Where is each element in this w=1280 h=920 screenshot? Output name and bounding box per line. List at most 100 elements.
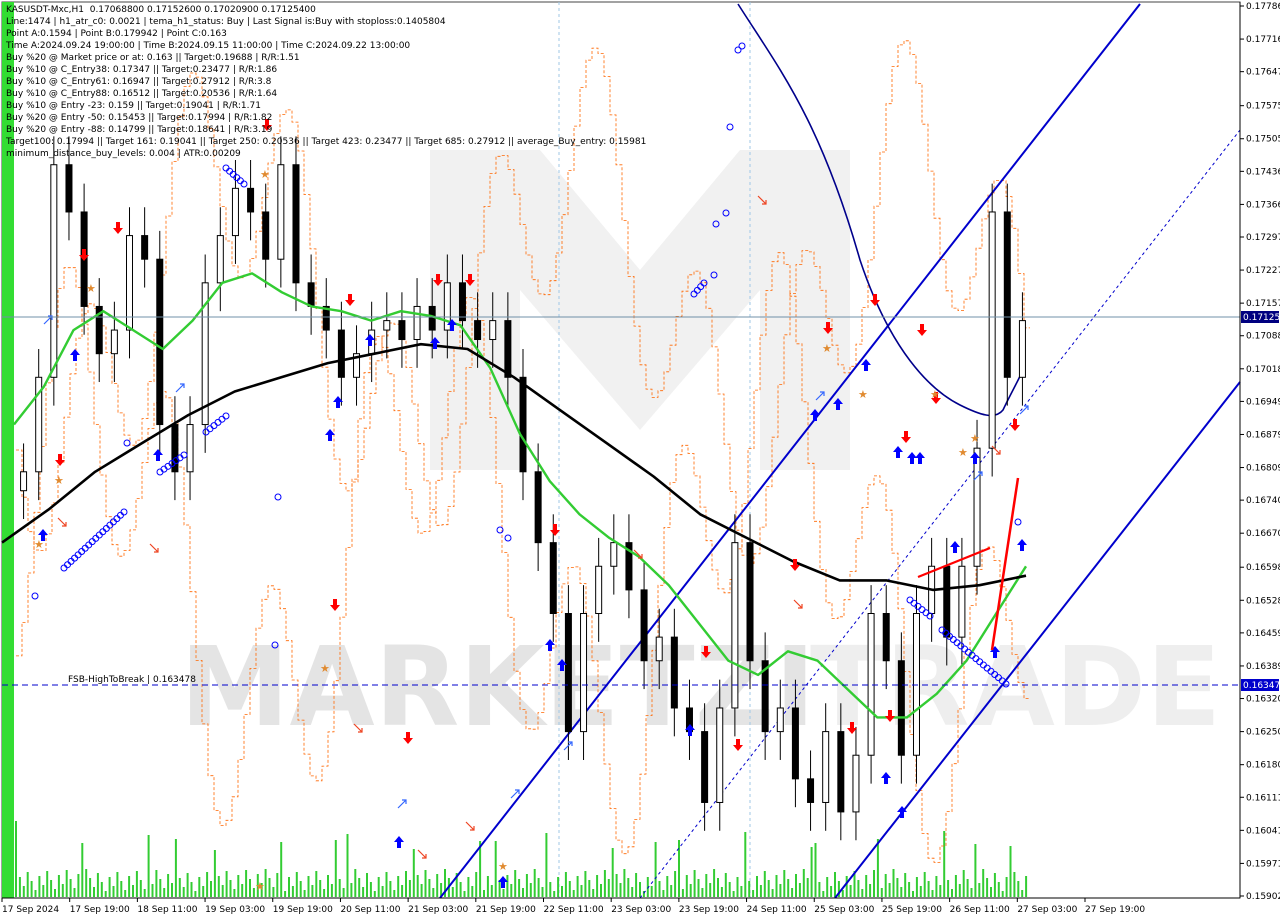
info-line: minimum_distance_buy_levels: 0.004 | ATR… xyxy=(6,149,241,159)
price-tick-label: 0.16740 xyxy=(1246,496,1280,506)
candle-body xyxy=(126,235,134,331)
time-tick-label: 24 Sep 11:00 xyxy=(747,905,807,915)
candle-body xyxy=(867,613,875,756)
candle-body xyxy=(882,613,890,662)
candle-body xyxy=(337,329,345,378)
info-line: Buy %20 @ Market price or at: 0.163 || T… xyxy=(6,53,300,63)
info-line: Buy %10 @ C_Entry61: 0.16947 || Target:0… xyxy=(6,77,272,87)
candle-body xyxy=(50,164,58,378)
time-tick-label: 23 Sep 19:00 xyxy=(679,905,739,915)
candle-body xyxy=(413,305,421,341)
price-tick-label: 0.17716 xyxy=(1246,35,1280,45)
candle-body xyxy=(595,565,603,615)
time-tick-label: 17 Sep 2024 xyxy=(2,905,59,915)
star-icon: ★ xyxy=(970,432,980,445)
price-tick-label: 0.16528 xyxy=(1246,596,1280,606)
candle-body xyxy=(156,258,164,426)
price-tick-label: 0.17436 xyxy=(1246,167,1280,177)
price-tick-label: 0.17366 xyxy=(1246,200,1280,210)
time-tick-label: 21 Sep 03:00 xyxy=(408,905,468,915)
time-tick-label: 21 Sep 19:00 xyxy=(476,905,536,915)
price-tick-label: 0.16389 xyxy=(1246,662,1280,672)
candle-body xyxy=(731,542,739,709)
fsb-hline-label: FSB-HighToBreak | 0.163478 xyxy=(68,675,196,685)
time-tick-label: 26 Sep 11:00 xyxy=(950,905,1010,915)
price-tick-label: 0.17157 xyxy=(1246,299,1280,309)
price-tick-label: 0.17227 xyxy=(1246,266,1280,276)
price-tick-label: 0.17505 xyxy=(1246,135,1280,145)
time-tick-label: 25 Sep 03:00 xyxy=(814,905,874,915)
price-tick-label: 0.17575 xyxy=(1246,102,1280,112)
candle-body xyxy=(973,447,981,567)
candle-body xyxy=(20,471,28,492)
star-icon: ★ xyxy=(34,538,44,551)
star-icon: ★ xyxy=(498,860,508,873)
star-icon: ★ xyxy=(86,282,96,295)
candle-body xyxy=(912,613,920,756)
candle-body xyxy=(716,707,724,803)
price-tick-label: 0.16949 xyxy=(1246,397,1280,407)
info-line: Buy %10 @ C_Entry38: 0.17347 || Target:0… xyxy=(6,65,278,75)
candle-body xyxy=(746,542,754,662)
candle-body xyxy=(837,731,845,813)
candle-body xyxy=(807,778,815,803)
info-line: Buy %10 @ C_Entry88: 0.16512 || Target:0… xyxy=(6,89,278,99)
star-icon: ★ xyxy=(260,168,270,181)
price-tick-label: 0.16111 xyxy=(1246,793,1280,803)
candle-body xyxy=(776,707,784,733)
candle-body xyxy=(534,471,542,544)
info-line: Buy %20 @ Entry -88: 0.14799 || Target:0… xyxy=(6,125,273,135)
price-tick-label: 0.15971 xyxy=(1246,859,1280,869)
candle-body xyxy=(655,636,663,662)
time-tick-label: 19 Sep 03:00 xyxy=(205,905,265,915)
candle-body xyxy=(504,320,512,378)
time-tick-label: 20 Sep 11:00 xyxy=(340,905,400,915)
star-icon: ★ xyxy=(822,342,832,355)
candle-body xyxy=(277,164,285,260)
candle-body xyxy=(216,235,224,284)
price-tick-label: 0.16180 xyxy=(1246,761,1280,771)
candle-body xyxy=(988,211,996,449)
price-tick-label: 0.17647 xyxy=(1246,68,1280,78)
price-tick-label: 0.17297 xyxy=(1246,233,1280,243)
candle-body xyxy=(519,376,527,473)
star-icon: ★ xyxy=(320,662,330,675)
candle-body xyxy=(262,211,270,260)
info-line: Buy %20 @ Entry -50: 0.15453 || Target:0… xyxy=(6,113,273,123)
candle-body xyxy=(610,542,618,567)
candle-body xyxy=(292,164,300,284)
price-tick-label: 0.16809 xyxy=(1246,464,1280,474)
candle-body xyxy=(186,424,194,473)
star-icon: ★ xyxy=(255,880,265,893)
price-tick-label: 0.15902 xyxy=(1246,892,1280,902)
candle-body xyxy=(564,613,572,733)
candle-body xyxy=(489,320,497,341)
candle-body xyxy=(822,731,830,803)
candle-body xyxy=(852,754,860,813)
time-tick-label: 22 Sep 11:00 xyxy=(544,905,604,915)
candle-body xyxy=(247,187,255,213)
price-tick-label: 0.16598 xyxy=(1246,563,1280,573)
price-tick-label: 0.16879 xyxy=(1246,430,1280,440)
price-tick-label: 0.16459 xyxy=(1246,629,1280,639)
price-tick-label: 0.17786 xyxy=(1246,2,1280,12)
info-panel: KASUSDT-Mxc,H1 0.17068800 0.17152600 0.1… xyxy=(6,4,646,160)
info-line: KASUSDT-Mxc,H1 0.17068800 0.17152600 0.1… xyxy=(6,5,316,15)
star-icon: ★ xyxy=(930,388,940,401)
candle-body xyxy=(670,636,678,709)
candle-body xyxy=(307,282,315,307)
info-line: Target100: 0.17994 || Target 161: 0.1904… xyxy=(6,137,647,147)
price-tick-label: 0.16041 xyxy=(1246,826,1280,836)
info-line: Point A:0.1594 | Point B:0.179942 | Poin… xyxy=(6,29,227,39)
time-tick-label: 27 Sep 03:00 xyxy=(1017,905,1077,915)
info-line: Time A:2024.09.24 19:00:00 | Time B:2024… xyxy=(6,41,411,51)
time-tick-label: 27 Sep 19:00 xyxy=(1085,905,1145,915)
star-icon: ★ xyxy=(54,474,64,487)
candle-body xyxy=(383,320,391,331)
info-line: Buy %10 @ Entry -23: 0.159 || Target:0.1… xyxy=(6,101,261,111)
candle-body xyxy=(474,320,482,341)
price-tick-label: 0.16320 xyxy=(1246,695,1280,705)
candle-body xyxy=(231,187,239,237)
time-tick-label: 18 Sep 11:00 xyxy=(137,905,197,915)
candle-body xyxy=(65,164,73,213)
